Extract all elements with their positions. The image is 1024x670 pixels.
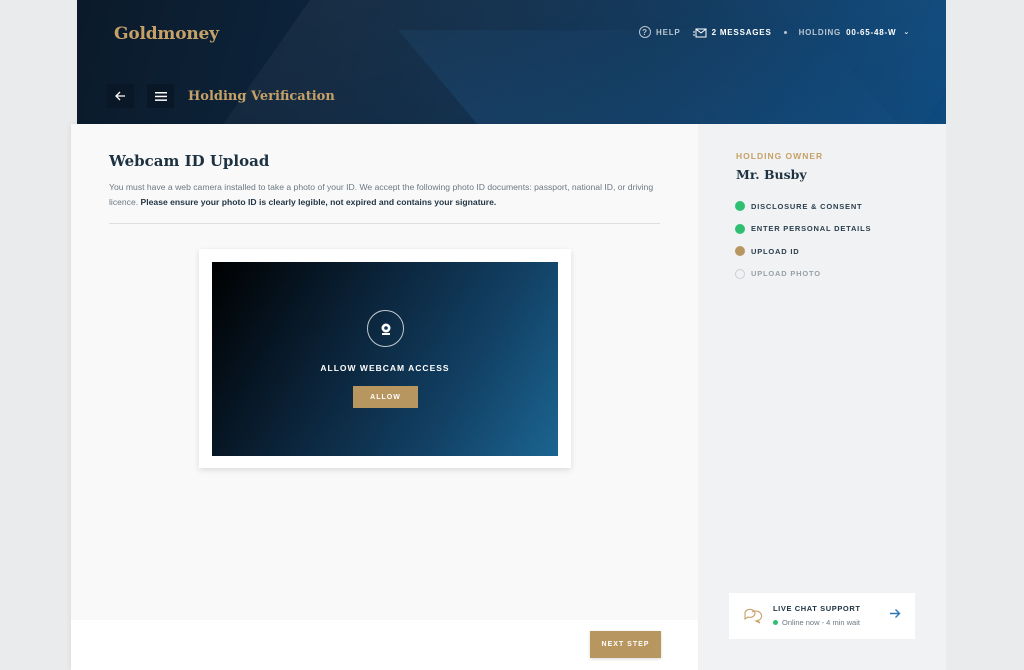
upload-description: You must have a web camera installed to … (109, 180, 664, 210)
help-label: HELP (656, 27, 681, 37)
step-label: UPLOAD PHOTO (751, 269, 821, 279)
step-complete-icon (735, 201, 745, 212)
webcam-icon (367, 310, 404, 347)
help-icon: ? (639, 26, 652, 38)
chevron-down-icon: ⌄ (903, 29, 910, 36)
next-step-button[interactable]: NEXT STEP (590, 631, 661, 658)
nav-separator (783, 30, 787, 34)
live-chat-status-text: Online now - 4 min wait (782, 618, 860, 627)
webcam-preview: ALLOW WEBCAM ACCESS ALLOW (212, 262, 558, 456)
step-current-icon (735, 246, 745, 257)
back-button[interactable] (107, 84, 134, 108)
step-complete-icon (735, 223, 745, 234)
step-pending-icon (735, 268, 745, 279)
holding-selector[interactable]: HOLDING 00-65-48-W ⌄ (799, 28, 910, 37)
chat-bubble-icon (744, 608, 763, 624)
description-emphasis: Please ensure your photo ID is clearly l… (140, 197, 497, 207)
webcam-frame: ALLOW WEBCAM ACCESS ALLOW (199, 249, 571, 468)
header-banner: Goldmoney ? HELP 2 MESSAGES HOLDING 00-6… (77, 0, 946, 124)
section-divider (109, 223, 660, 224)
messages-link[interactable]: 2 MESSAGES (692, 27, 772, 38)
main-panel: Webcam ID Upload You must have a web cam… (71, 124, 698, 670)
step-label: DISCLOSURE & CONSENT (751, 201, 863, 211)
holding-owner-label: HOLDING OWNER (736, 151, 824, 161)
allow-button[interactable]: ALLOW (353, 386, 418, 408)
envelope-icon (692, 28, 707, 37)
page-header-row: Holding Verification (107, 84, 335, 108)
step-item: ENTER PERSONAL DETAILS (735, 218, 871, 241)
form-footer: NEXT STEP (71, 620, 698, 670)
live-chat-title: LIVE CHAT SUPPORT (773, 604, 861, 613)
top-navigation: ? HELP 2 MESSAGES HOLDING 00-65-48-W ⌄ (639, 26, 910, 38)
holding-owner-name: Mr. Busby (736, 167, 807, 182)
menu-button[interactable] (147, 84, 174, 108)
goldmoney-logo[interactable]: Goldmoney (114, 24, 219, 44)
online-status-icon (773, 620, 778, 625)
messages-label: 2 MESSAGES (711, 27, 772, 37)
arrow-left-icon (115, 91, 125, 101)
live-chat-widget[interactable]: LIVE CHAT SUPPORT Online now - 4 min wai… (729, 593, 915, 639)
holding-label: HOLDING (798, 27, 842, 37)
page-title: Holding Verification (188, 88, 335, 104)
arrow-right-icon (890, 609, 901, 618)
hamburger-menu-icon (154, 91, 167, 101)
step-item: DISCLOSURE & CONSENT (735, 195, 871, 218)
holding-id: 00-65-48-W (846, 27, 897, 37)
progress-sidebar: HOLDING OWNER Mr. Busby DISCLOSURE & CON… (698, 124, 946, 670)
live-chat-status: Online now - 4 min wait (773, 618, 860, 627)
verification-steps: DISCLOSURE & CONSENT ENTER PERSONAL DETA… (735, 195, 871, 285)
upload-heading: Webcam ID Upload (109, 152, 270, 170)
step-label: ENTER PERSONAL DETAILS (751, 224, 872, 234)
step-item: UPLOAD ID (735, 240, 871, 263)
webcam-access-label: ALLOW WEBCAM ACCESS (320, 363, 450, 373)
help-link[interactable]: ? HELP (639, 26, 681, 38)
step-item: UPLOAD PHOTO (735, 263, 871, 286)
step-label: UPLOAD ID (751, 246, 800, 256)
